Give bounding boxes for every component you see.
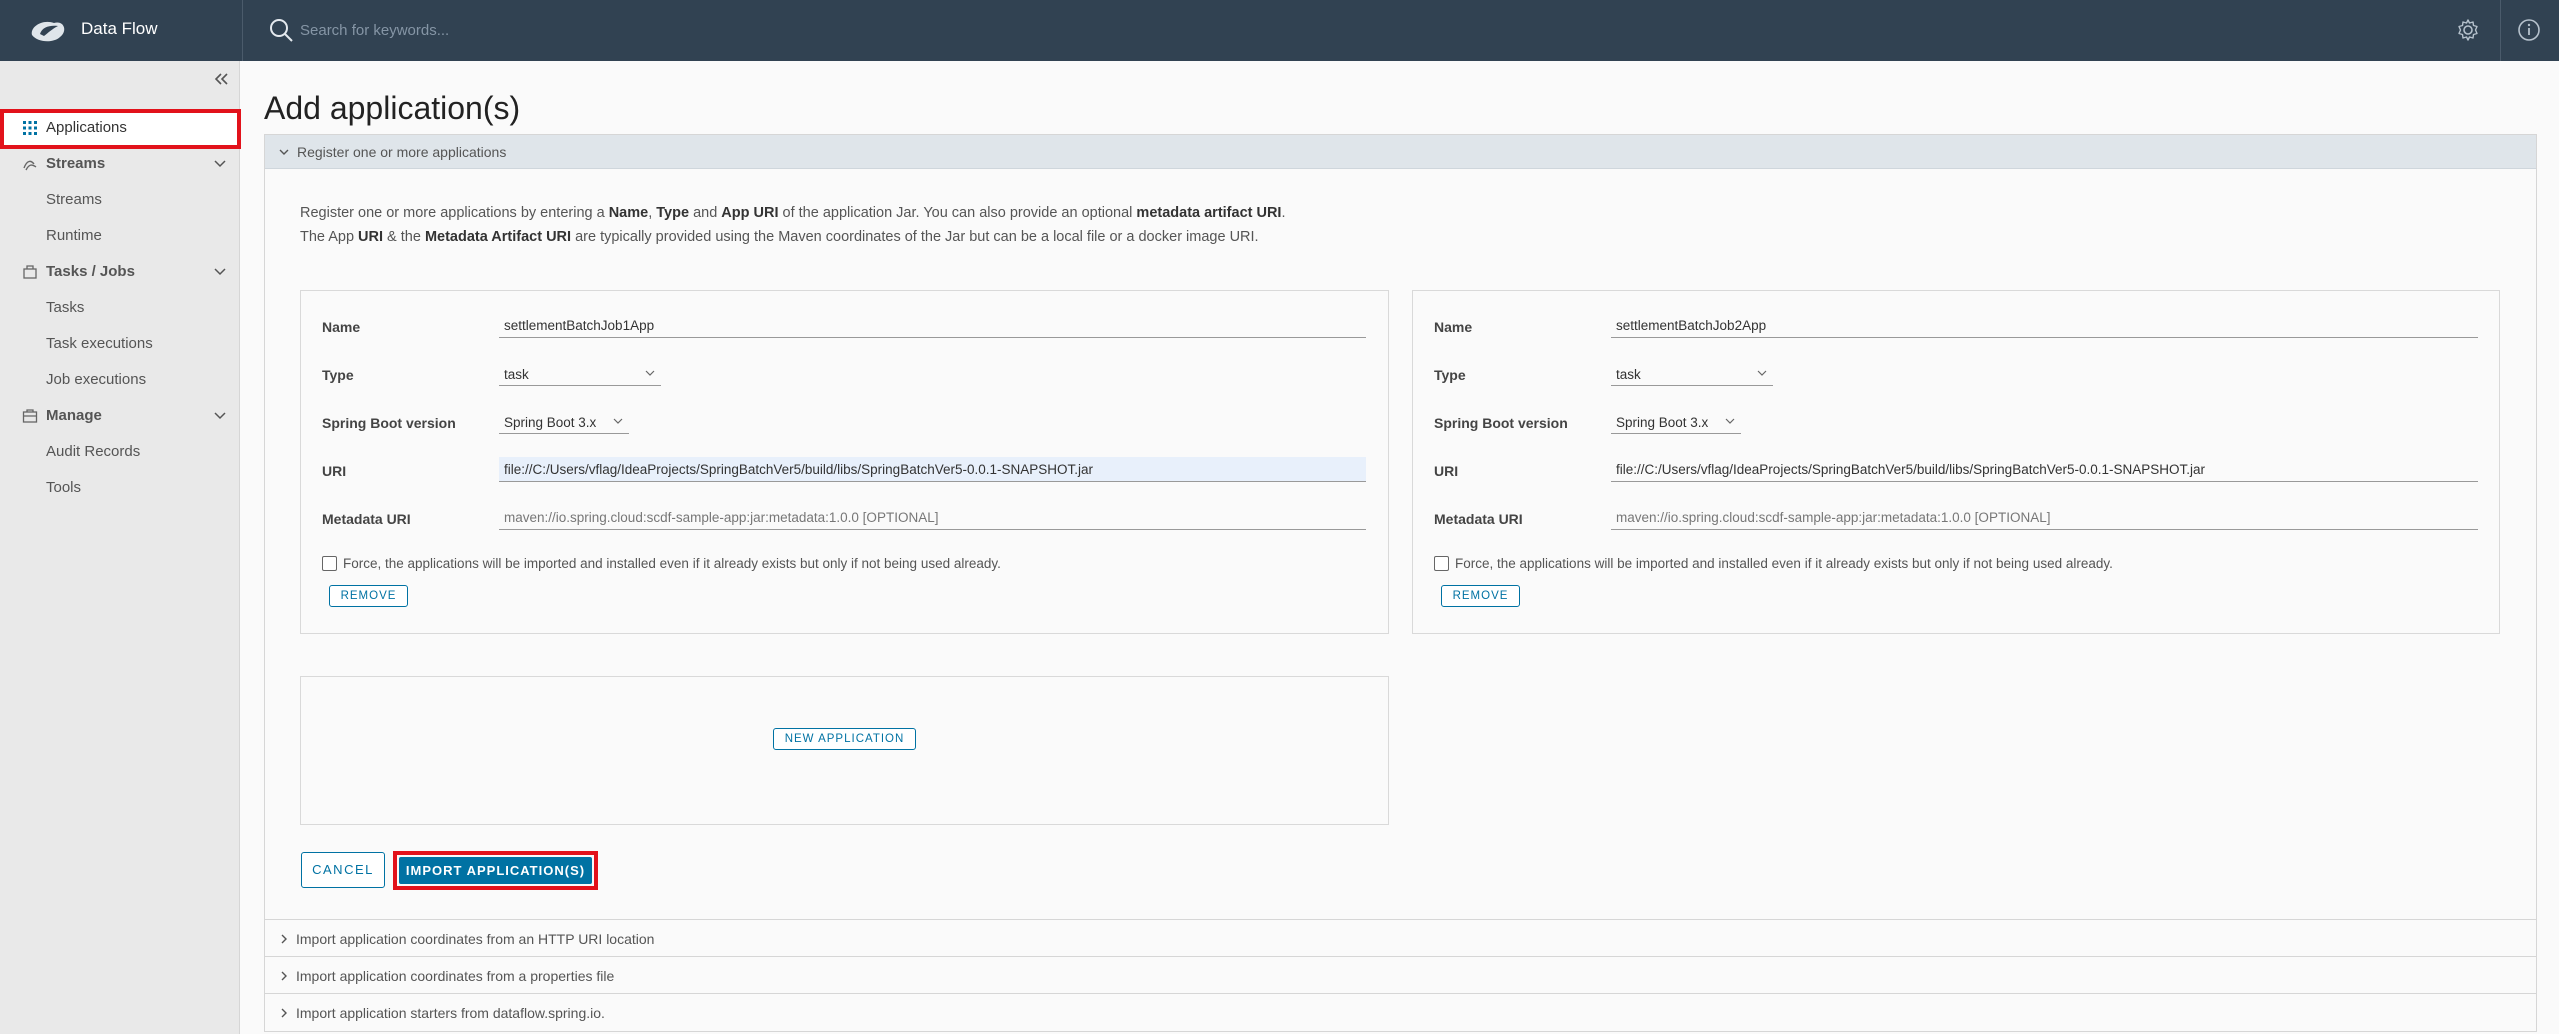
search-icon[interactable] [268,17,294,43]
chevron-right-icon [281,1008,287,1018]
description-line-1: Register one or more applications by ent… [300,205,1286,221]
register-panel: Register one or more applications Regist… [264,134,2537,1032]
uri-label: URI [322,463,347,479]
sidebar-item-job-executions[interactable]: Job executions [0,363,240,397]
accordion-properties-file[interactable]: Import application coordinates from a pr… [265,956,2536,993]
chevron-down-icon [645,370,655,376]
sidebar: Applications Streams Streams Runtime Tas… [0,61,241,1034]
manage-icon [22,409,38,423]
chevron-down-icon [279,149,289,155]
sidebar-item-label: Runtime [46,227,102,244]
import-button-highlight: IMPORT APPLICATION(S) [393,851,598,890]
top-header: Data Flow [0,0,2559,61]
sidebar-item-label: Applications [46,119,127,136]
sidebar-item-audit-records[interactable]: Audit Records [0,435,240,469]
gear-icon[interactable] [2456,18,2480,42]
grid-icon [23,121,37,135]
sidebar-item-label: Task executions [46,335,153,352]
accordion-http-uri[interactable]: Import application coordinates from an H… [265,919,2536,956]
sidebar-item-label: Job executions [46,371,147,388]
name-label: Name [1434,319,1473,335]
chevron-down-icon [214,268,226,276]
sidebar-item-runtime[interactable]: Runtime [0,219,240,253]
sidebar-item-applications[interactable]: Applications [0,109,241,149]
uri-input[interactable] [499,457,1366,482]
name-input[interactable] [1611,313,2478,338]
remove-button[interactable]: REMOVE [1441,585,1520,607]
app-form-card: Name Type task Spring Boot version Sprin… [300,290,1389,634]
boot-version-select[interactable]: Spring Boot 3.x [1611,409,1741,434]
accordion-title: Import application coordinates from a pr… [296,968,615,984]
tasks-icon [23,265,37,279]
sidebar-item-label: Manage [46,407,102,424]
boot-version-label: Spring Boot version [1434,415,1568,431]
register-panel-header[interactable]: Register one or more applications [265,135,2536,169]
sidebar-item-label: Tasks / Jobs [46,263,135,280]
chevron-right-icon [281,934,287,944]
force-checkbox[interactable] [1434,556,1449,571]
chevron-down-icon [613,418,623,424]
brand-title[interactable]: Data Flow [81,19,158,39]
sidebar-item-tools[interactable]: Tools [0,471,240,505]
sidebar-item-label: Tasks [46,299,85,316]
sidebar-item-label: Audit Records [46,443,141,460]
accordion-title: Import application coordinates from an H… [296,931,655,947]
metadata-uri-input[interactable] [499,505,1366,530]
app-form-card: Name Type task Spring Boot version Sprin… [1412,290,2500,634]
header-divider [242,0,243,61]
cancel-button[interactable]: CANCEL [301,852,385,888]
accordion-starters[interactable]: Import application starters from dataflo… [265,993,2536,1030]
sidebar-group-manage[interactable]: Manage [0,399,240,433]
collapse-sidebar-icon[interactable] [211,69,231,89]
streams-icon [23,160,37,171]
page-title: Add application(s) [264,90,521,126]
sidebar-item-streams[interactable]: Streams [0,183,240,217]
metadata-uri-label: Metadata URI [1434,511,1523,527]
new-application-card: NEW APPLICATION [300,676,1389,825]
boot-version-label: Spring Boot version [322,415,456,431]
sidebar-item-tasks[interactable]: Tasks [0,291,240,325]
search-input[interactable] [300,16,1100,44]
type-label: Type [322,367,354,383]
metadata-uri-input[interactable] [1611,505,2478,530]
sidebar-group-streams[interactable]: Streams [0,147,240,181]
type-select[interactable]: task [499,361,661,386]
register-panel-title: Register one or more applications [297,144,507,160]
accordion-title: Import application starters from dataflo… [296,1005,605,1021]
chevron-down-icon [1725,418,1735,424]
force-checkbox-label: Force, the applications will be imported… [343,556,1001,571]
spring-cloud-logo[interactable] [28,17,68,43]
sidebar-group-tasks-jobs[interactable]: Tasks / Jobs [0,255,240,289]
chevron-right-icon [281,971,287,981]
description-line-2: The App URI & the Metadata Artifact URI … [300,229,1259,245]
new-application-button[interactable]: NEW APPLICATION [773,728,916,750]
sidebar-item-label: Streams [46,155,106,172]
uri-input[interactable] [1611,457,2478,482]
import-applications-button[interactable]: IMPORT APPLICATION(S) [399,857,592,884]
chevron-down-icon [214,412,226,420]
type-select[interactable]: task [1611,361,1773,386]
chevron-down-icon [1757,370,1767,376]
sidebar-item-task-executions[interactable]: Task executions [0,327,240,361]
name-input[interactable] [499,313,1366,338]
force-checkbox[interactable] [322,556,337,571]
header-divider [2500,0,2501,61]
name-label: Name [322,319,361,335]
type-label: Type [1434,367,1466,383]
force-checkbox-label: Force, the applications will be imported… [1455,556,2113,571]
info-icon[interactable] [2517,18,2541,42]
sidebar-item-label: Streams [46,191,102,208]
remove-button[interactable]: REMOVE [329,585,408,607]
boot-version-select[interactable]: Spring Boot 3.x [499,409,629,434]
metadata-uri-label: Metadata URI [322,511,411,527]
sidebar-item-label: Tools [46,479,82,496]
uri-label: URI [1434,463,1459,479]
chevron-down-icon [214,160,226,168]
